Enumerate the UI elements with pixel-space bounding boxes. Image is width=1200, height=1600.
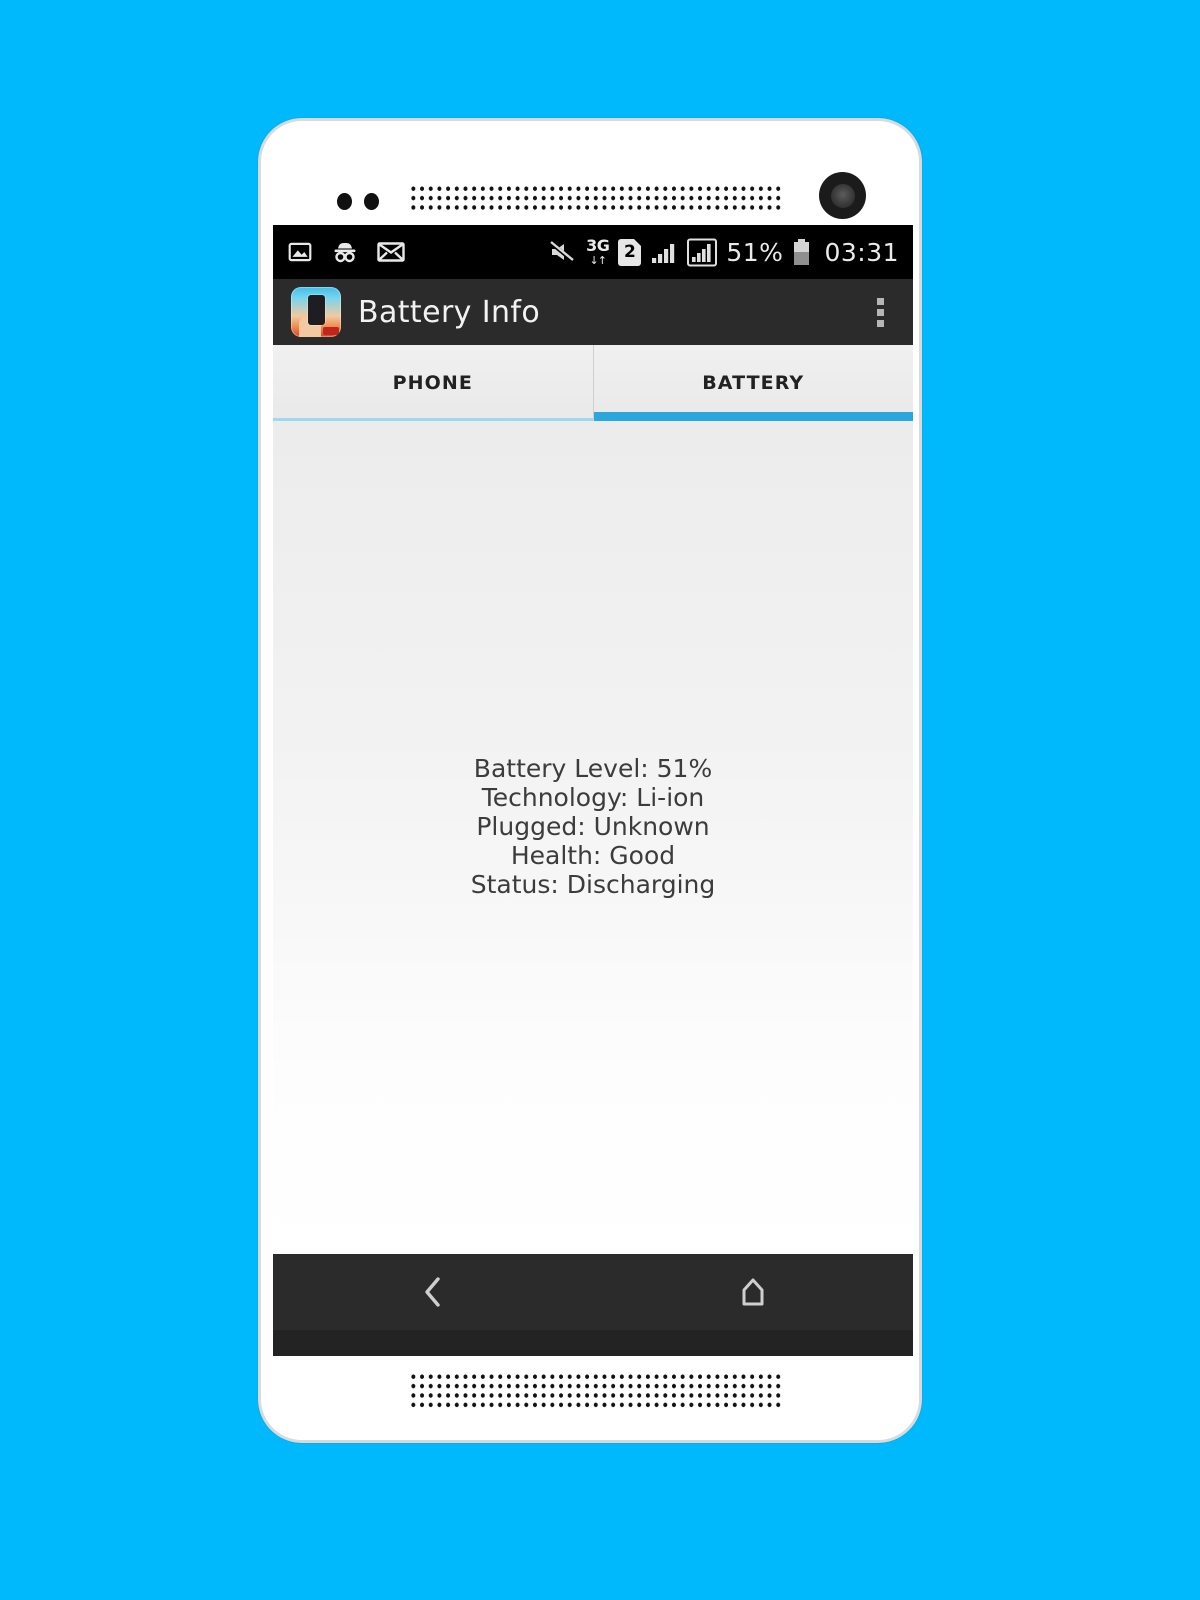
tab-phone[interactable]: PHONE — [273, 345, 594, 421]
battery-info-app-icon — [291, 287, 341, 337]
back-button[interactable] — [273, 1254, 593, 1330]
front-camera-icon — [819, 172, 866, 219]
network-3g-icon: 3G ↓↑ — [586, 236, 610, 267]
top-speaker-grille — [409, 184, 781, 213]
battery-health-row: Health: Good — [510, 841, 676, 870]
overflow-dot-2 — [876, 308, 884, 316]
proximity-sensor-icon — [337, 193, 352, 210]
battery-percent-label: 51% — [726, 237, 784, 267]
status-bar-clock: 03:31 — [824, 237, 899, 267]
phone-top-bezel — [261, 121, 919, 225]
incognito-icon — [331, 239, 359, 265]
tab-battery-label: BATTERY — [702, 372, 805, 394]
home-button[interactable] — [593, 1254, 913, 1330]
gallery-icon — [287, 239, 313, 265]
network-arrows: ↓↑ — [589, 254, 607, 267]
status-bar: 3G ↓↑ 2 51% 03:31 — [273, 225, 913, 279]
battery-status-row: Status: Discharging — [470, 870, 716, 899]
app-title: Battery Info — [358, 294, 541, 330]
signal-bars-sim2-icon — [687, 238, 718, 267]
battery-technology-row: Technology: Li-ion — [481, 783, 705, 812]
back-chevron-icon — [425, 1277, 440, 1307]
battery-level-row: Battery Level: 51% — [473, 754, 713, 783]
overflow-dot-1 — [876, 297, 884, 305]
overflow-dot-3 — [876, 319, 884, 327]
mail-icon — [377, 241, 405, 263]
navigation-bar — [273, 1254, 913, 1330]
phone-bottom-bezel — [261, 1350, 919, 1440]
tab-phone-label: PHONE — [392, 372, 473, 394]
home-icon — [742, 1278, 764, 1306]
battery-tab-content: Battery Level: 51% Technology: Li-ion Pl… — [273, 421, 913, 1254]
network-type-label: 3G — [586, 236, 610, 255]
phone-screen: 3G ↓↑ 2 51% 03:31 Battery Info PHONE BAT… — [273, 225, 913, 1356]
overflow-menu-icon[interactable] — [863, 288, 897, 336]
battery-icon — [793, 238, 810, 266]
tab-bar: PHONE BATTERY — [273, 345, 913, 421]
app-icon-phone — [308, 295, 325, 325]
battery-info-list: Battery Level: 51% Technology: Li-ion Pl… — [471, 754, 716, 899]
camera-lens-inner — [830, 183, 855, 208]
status-bar-right-icons: 3G ↓↑ 2 51% 03:31 — [549, 238, 901, 267]
battery-plugged-row: Plugged: Unknown — [476, 812, 710, 841]
sim-2-icon: 2 — [618, 238, 642, 266]
bottom-speaker-grille — [409, 1372, 781, 1411]
signal-bars-sim1-icon — [650, 240, 678, 265]
mute-icon — [549, 240, 577, 264]
app-bar: Battery Info — [273, 279, 913, 345]
status-bar-left-icons — [287, 239, 405, 265]
tab-battery[interactable]: BATTERY — [593, 345, 913, 421]
light-sensor-icon — [364, 193, 379, 210]
phone-device-frame: 3G ↓↑ 2 51% 03:31 Battery Info PHONE BAT… — [258, 118, 922, 1443]
app-icon-badge — [323, 327, 339, 335]
